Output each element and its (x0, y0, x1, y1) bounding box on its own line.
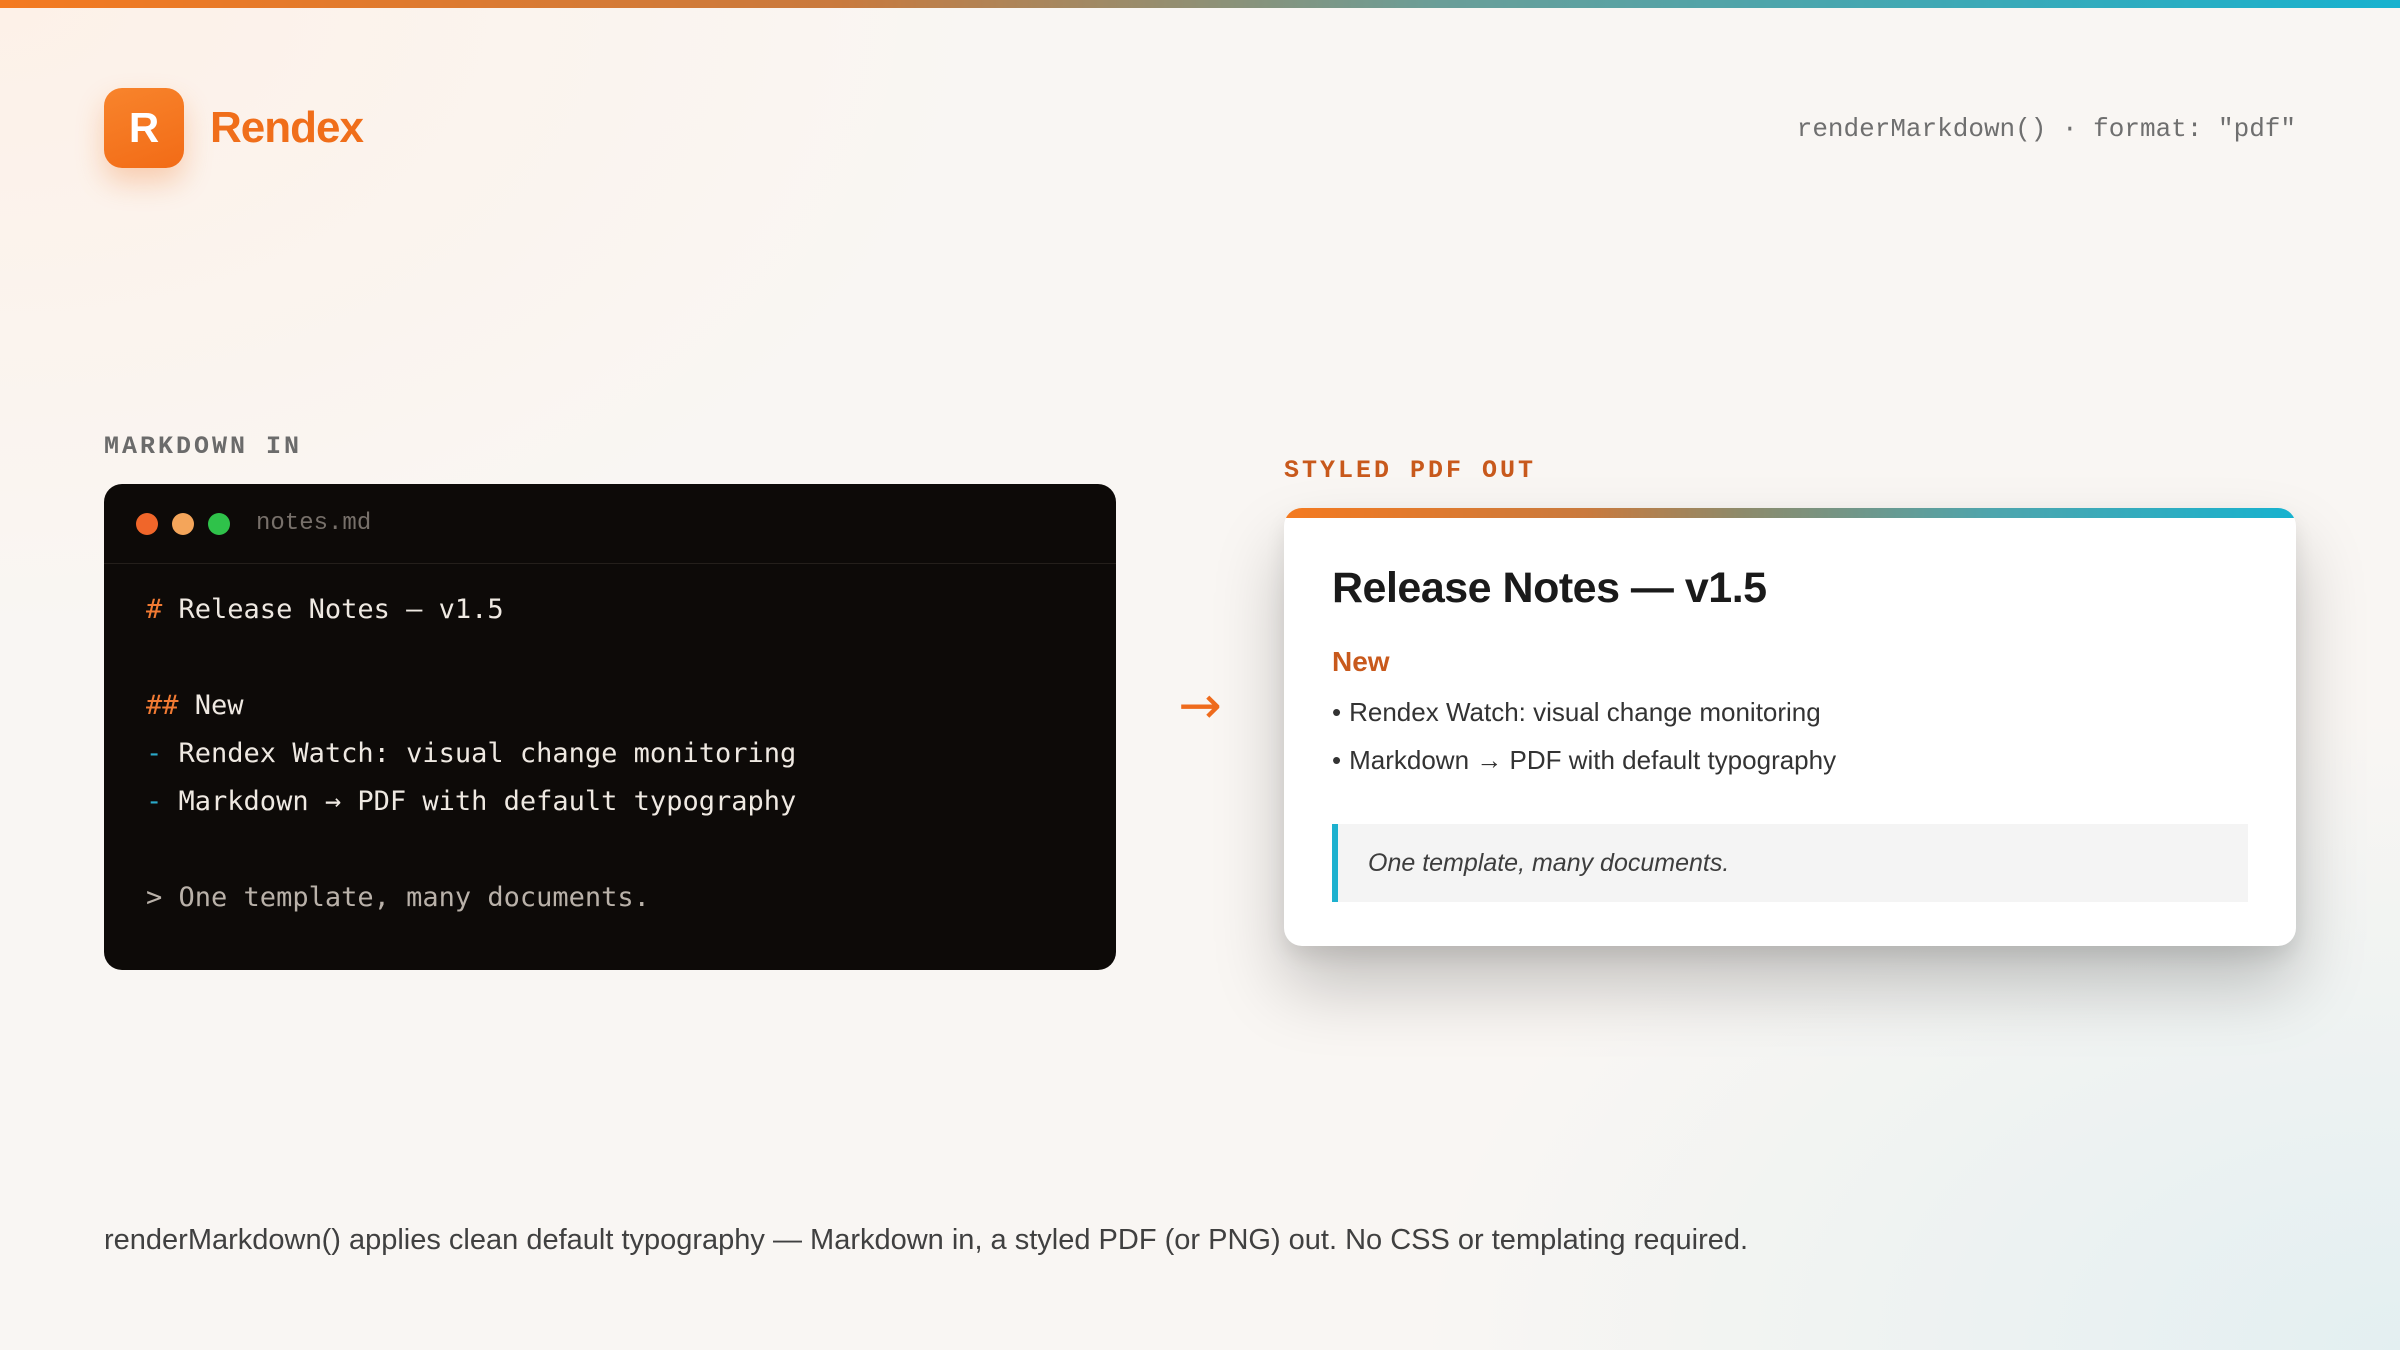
editor-title-bar: notes.md (104, 484, 1116, 564)
pdf-list: • Rendex Watch: visual change monitoring … (1332, 688, 1836, 784)
code-line-item-2: - Markdown → PDF with default typography (146, 778, 1116, 826)
item-1-text: Rendex Watch: visual change monitoring (178, 738, 797, 769)
code-line-h1: # Release Notes — v1.5 (146, 586, 1116, 634)
pdf-accent-bar (1284, 508, 2296, 518)
window-maximize-dot-icon (208, 512, 230, 535)
h2-text: New (194, 690, 244, 721)
item-2-text: Markdown → PDF with default typography (178, 786, 797, 817)
h2-marker: ## (146, 690, 179, 721)
quote-marker: > (146, 882, 163, 913)
code-line-quote: > One template, many documents. (146, 874, 1116, 922)
bullet-icon: • (1332, 745, 1342, 775)
styled-pdf-out-label: STYLED PDF OUT (1284, 456, 1537, 485)
pdf-list-item-text: Markdown → PDF with default typography (1349, 745, 1837, 775)
logo-letter: R (128, 104, 160, 151)
window-minimize-dot-icon (172, 512, 194, 535)
h1-marker: # (146, 594, 163, 625)
editor-code: # Release Notes — v1.5 ## New - Rendex W… (104, 564, 1116, 922)
header-api-hint: renderMarkdown() · format: "pdf" (1796, 114, 2296, 144)
pdf-list-item-text: Rendex Watch: visual change monitoring (1349, 697, 1821, 727)
markdown-editor: notes.md # Release Notes — v1.5 ## New -… (104, 484, 1116, 970)
window-close-dot-icon (136, 512, 158, 535)
quote-text: One template, many documents. (178, 882, 650, 913)
markdown-in-label: MARKDOWN IN (104, 432, 303, 461)
styled-pdf-preview: Release Notes — v1.5 New • Rendex Watch: … (1284, 508, 2296, 946)
pdf-blockquote: One template, many documents. (1332, 824, 2248, 902)
pdf-title: Release Notes — v1.5 (1332, 564, 1767, 612)
pdf-list-item: • Rendex Watch: visual change monitoring (1332, 688, 1836, 736)
flow-arrow-icon: → (1178, 676, 1222, 736)
brand-name: Rendex (210, 103, 364, 152)
pdf-list-item: • Markdown → PDF with default typography (1332, 736, 1836, 784)
list-marker: - (146, 786, 163, 817)
bullet-icon: • (1332, 697, 1342, 727)
pdf-subheading: New (1332, 646, 1390, 677)
editor-file-name: notes.md (256, 510, 372, 537)
h1-text: Release Notes — v1.5 (178, 594, 504, 625)
list-marker: - (146, 738, 163, 769)
footer-caption: renderMarkdown() applies clean default t… (104, 1224, 1749, 1256)
code-line-h2: ## New (146, 682, 1116, 730)
code-line-item-1: - Rendex Watch: visual change monitoring (146, 730, 1116, 778)
rendex-logo-icon: R (104, 88, 184, 168)
top-gradient-bar (0, 0, 2400, 8)
